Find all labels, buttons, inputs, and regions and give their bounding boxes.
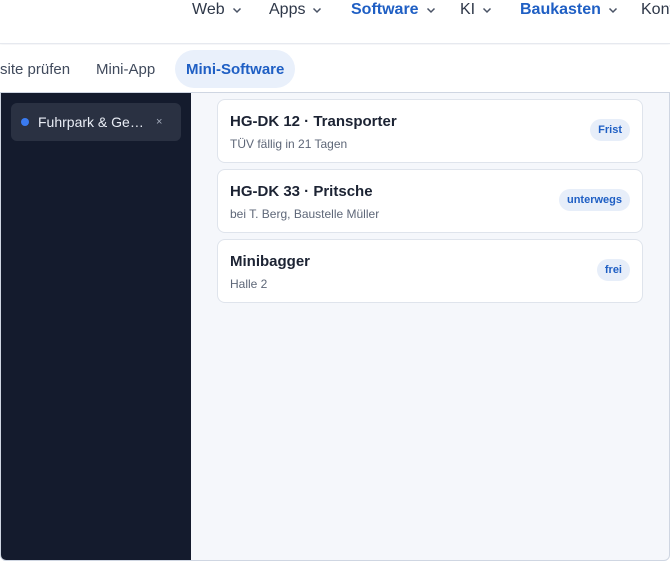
chevron-down-icon	[426, 5, 436, 15]
nav-item-kontakt[interactable]: Kont	[641, 0, 670, 20]
nav-item-label: Kont	[641, 1, 670, 18]
subnav-item-mini-software[interactable]: Mini-Software	[175, 50, 296, 88]
top-navigation: Web Apps Software KI Baukasten Kont	[0, 0, 670, 44]
list-item[interactable]: HG-DK 33 · Pritsche bei T. Berg, Baustel…	[217, 169, 643, 233]
chevron-down-icon	[232, 5, 242, 15]
nav-item-web[interactable]: Web	[192, 0, 242, 20]
list-item[interactable]: Minibagger Halle 2 frei	[217, 239, 643, 303]
nav-item-apps[interactable]: Apps	[269, 0, 322, 20]
chevron-down-icon	[482, 5, 492, 15]
chevron-down-icon	[312, 5, 322, 15]
active-dot-icon	[21, 118, 29, 126]
nav-item-label: Apps	[269, 1, 306, 18]
nav-item-label: Baukasten	[520, 1, 601, 18]
nav-item-label: Web	[192, 1, 225, 18]
nav-item-software[interactable]: Software	[351, 0, 436, 20]
status-badge: frei	[596, 259, 630, 281]
sidebar-tab-label: Fuhrpark & Geräte	[38, 114, 148, 130]
nav-item-label: Software	[351, 1, 419, 18]
nav-item-baukasten[interactable]: Baukasten	[520, 0, 618, 20]
chevron-down-icon	[608, 5, 618, 15]
card-title: HG-DK 12 · Transporter	[230, 113, 397, 130]
close-icon[interactable]: ×	[156, 116, 162, 128]
subnav-item-mini-app[interactable]: Mini-App	[96, 50, 155, 88]
app-frame: Fuhrpark & Geräte × HG-DK 12 · Transport…	[0, 92, 670, 561]
card-subtitle: bei T. Berg, Baustelle Müller	[230, 207, 380, 221]
content-area: HG-DK 12 · Transporter TÜV fällig in 21 …	[191, 93, 669, 560]
sidebar: Fuhrpark & Geräte ×	[1, 93, 191, 560]
status-badge: unterwegs	[558, 189, 630, 211]
status-badge: Frist	[590, 119, 630, 141]
subnav-item-site-pruefen[interactable]: site prüfen	[0, 50, 70, 88]
card-title: HG-DK 33 · Pritsche	[230, 183, 373, 200]
nav-item-ki[interactable]: KI	[460, 0, 492, 20]
card-subtitle: Halle 2	[230, 277, 268, 291]
card-title: Minibagger	[230, 253, 311, 270]
nav-item-label: KI	[460, 1, 476, 18]
card-subtitle: TÜV fällig in 21 Tagen	[230, 137, 348, 151]
sub-navigation: site prüfen Mini-App Mini-Software	[0, 45, 670, 93]
sidebar-tab-fuhrpark[interactable]: Fuhrpark & Geräte ×	[11, 103, 181, 141]
list-item[interactable]: HG-DK 12 · Transporter TÜV fällig in 21 …	[217, 99, 643, 163]
